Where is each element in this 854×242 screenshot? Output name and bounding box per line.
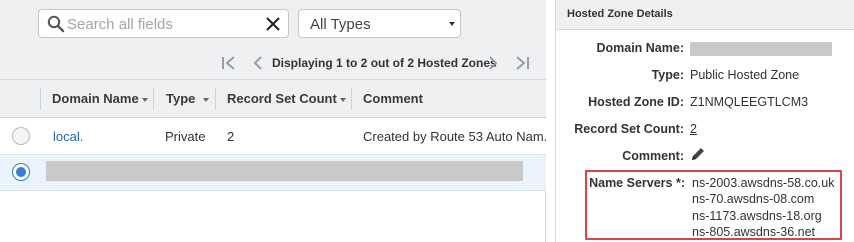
sort-arrow-icon [141,97,148,102]
row-select-radio[interactable] [12,163,30,181]
sort-arrow-icon [339,97,346,102]
column-header-label: Record Set Count [227,91,337,106]
column-divider [153,88,154,110]
name-servers-label: Name Servers *: [589,176,685,190]
details-title: Hosted Zone Details [567,8,673,20]
name-server-item: ns-1173.awsdns-18.org [692,209,822,223]
last-page-icon[interactable] [513,53,531,73]
table-row[interactable]: local. Private 2 Created by Route 53 Aut… [0,119,546,155]
next-page-icon[interactable] [486,53,500,73]
domain-name-link[interactable]: local. [53,119,148,155]
search-box[interactable] [38,9,289,38]
prev-page-icon[interactable] [251,53,265,73]
table-header: Domain Name Type Record Set Count Commen… [0,80,546,118]
first-page-icon[interactable] [220,53,238,73]
search-input[interactable] [65,14,265,34]
record-set-count-link[interactable]: 2 [690,122,697,136]
row-select-radio[interactable] [12,127,30,145]
column-divider [40,88,41,110]
pencil-icon[interactable] [690,146,706,165]
comment-cell: Created by Route 53 Auto Nam... [363,129,546,144]
column-header-record-set-count[interactable]: Record Set Count [227,80,346,118]
record-set-count-label: Record Set Count: [574,122,684,136]
type-value: Public Hosted Zone [690,68,800,82]
type-label: Type: [651,68,684,82]
comment-label: Comment: [622,149,684,163]
record-set-count-cell: 2 [227,129,235,144]
hosted-zones-list-pane: All Types Displaying 1 to 2 out of 2 Hos… [0,0,546,242]
name-server-item: ns-2003.awsdns-58.co.uk [692,176,835,190]
details-header: Hosted Zone Details [556,0,854,30]
redacted-domain-name [690,42,832,56]
pagination: Displaying 1 to 2 out of 2 Hosted Zones [220,53,540,73]
hosted-zone-details-pane: Hosted Zone Details Domain Name: Type: P… [555,0,854,242]
column-header-domain-name[interactable]: Domain Name [52,80,148,118]
name-servers-highlight: Name Servers *: ns-2003.awsdns-58.co.uk … [585,170,842,240]
column-header-type[interactable]: Type [166,80,210,118]
chevron-down-icon [449,22,455,26]
toolbar: All Types Displaying 1 to 2 out of 2 Hos… [0,0,546,80]
column-header-label: Type [166,91,196,106]
domain-name-label: Domain Name: [596,41,684,55]
hosted-zone-id-value: Z1NMQLEEGTLCM3 [690,95,809,109]
column-header-comment[interactable]: Comment [363,80,423,118]
table-row[interactable] [0,155,546,191]
zone-type-cell: Private [165,129,206,144]
search-icon [47,15,65,33]
name-server-item: ns-805.awsdns-36.net [692,225,815,239]
column-header-label: Comment [363,91,423,106]
type-filter-value: All Types [310,16,371,33]
close-icon[interactable] [265,16,281,32]
column-header-label: Domain Name [52,91,139,106]
name-server-item: ns-70.awsdns-08.com [692,192,815,206]
redacted-row-content [46,161,523,181]
type-filter-select[interactable]: All Types [298,9,461,38]
pagination-status: Displaying 1 to 2 out of 2 Hosted Zones [272,56,497,70]
column-divider [351,88,352,110]
sort-arrow-icon [203,97,210,102]
hosted-zone-id-label: Hosted Zone ID: [588,95,684,109]
column-divider [215,88,216,110]
